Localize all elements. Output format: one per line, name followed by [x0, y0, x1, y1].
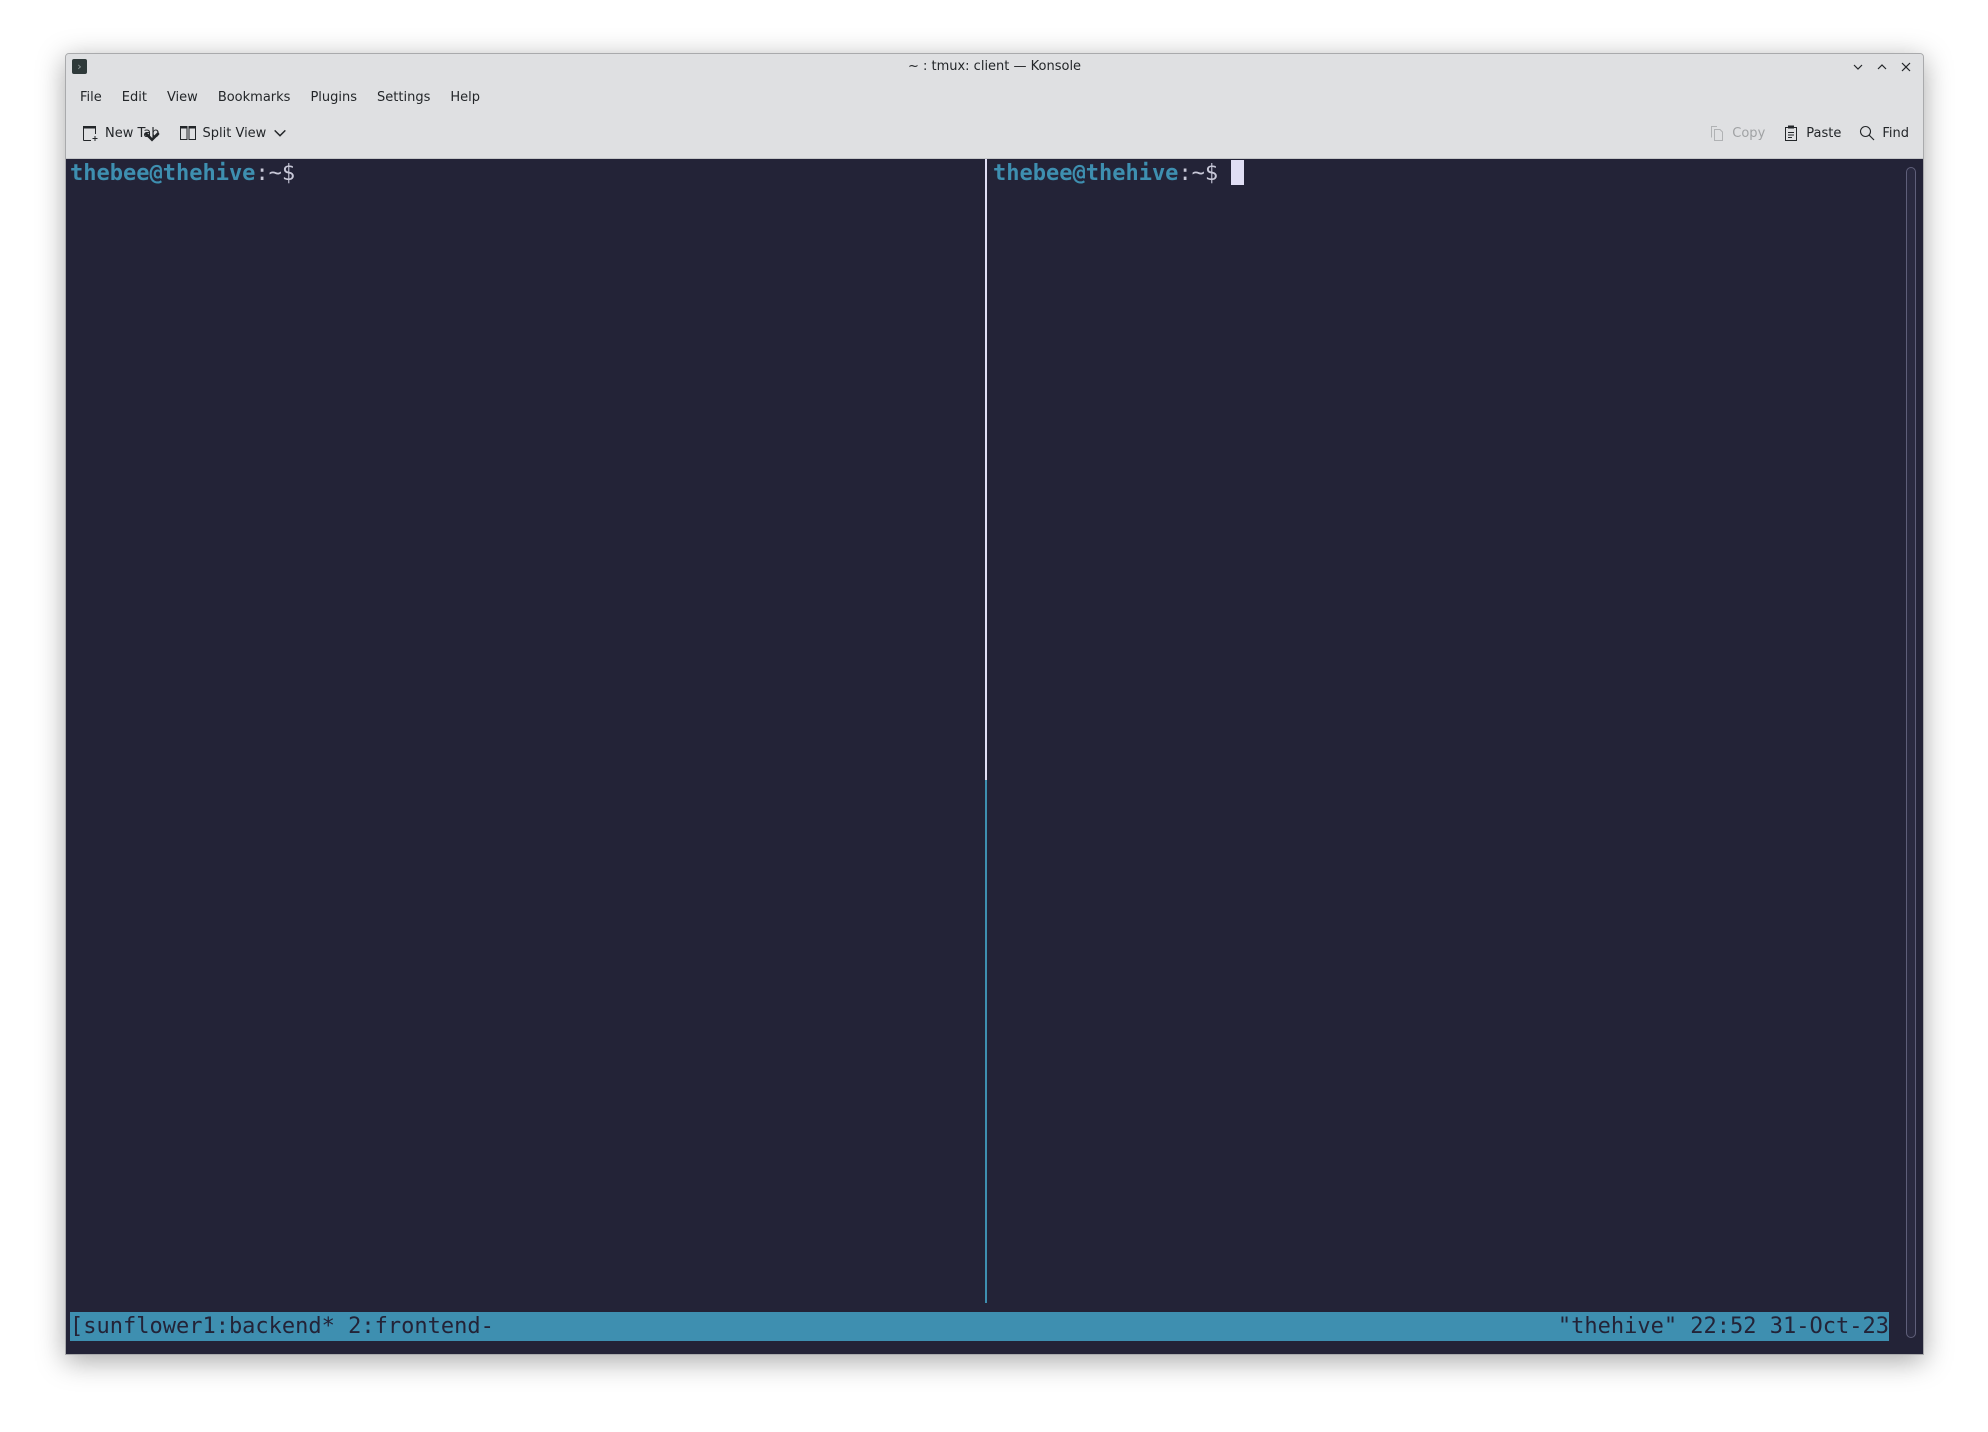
- terminal-scrollbar[interactable]: [1906, 167, 1916, 1338]
- find-label: Find: [1882, 125, 1909, 141]
- menu-view[interactable]: View: [157, 87, 208, 108]
- right-terminal-pane[interactable]: thebee@thehive:~$: [993, 159, 1893, 1308]
- new-tab-button[interactable]: New Tab: [76, 121, 166, 145]
- close-icon: [1901, 62, 1911, 72]
- paste-button[interactable]: Paste: [1777, 121, 1847, 145]
- text-cursor: [1231, 160, 1245, 185]
- pane-divider-upper[interactable]: [985, 159, 987, 780]
- tmux-status-bar: [sunflower1:backend* 2:frontend- "thehiv…: [70, 1312, 1889, 1341]
- copy-icon: [1711, 126, 1724, 141]
- split-view-label: Split View: [202, 125, 267, 141]
- toolbar: New Tab Split View Copy Paste Find: [66, 112, 1923, 154]
- split-view-icon: [179, 126, 196, 140]
- window-title: ~ : tmux: client — Konsole: [907, 59, 1082, 74]
- prompt-path: :~$: [1178, 161, 1219, 186]
- minimize-button[interactable]: [1849, 58, 1867, 76]
- new-tab-menu-caret-icon[interactable]: [143, 129, 160, 145]
- title-bar[interactable]: › ~ : tmux: client — Konsole: [66, 54, 1923, 82]
- prompt-path: :~$: [255, 161, 296, 186]
- menu-plugins[interactable]: Plugins: [300, 87, 367, 108]
- pane-divider-lower[interactable]: [985, 780, 987, 1303]
- menu-edit[interactable]: Edit: [112, 87, 157, 108]
- menu-bookmarks[interactable]: Bookmarks: [208, 87, 301, 108]
- menu-settings[interactable]: Settings: [367, 87, 440, 108]
- split-view-button[interactable]: Split View: [174, 121, 302, 145]
- terminal-area[interactable]: thebee@thehive:~$ thebee@thehive:~$ [sun…: [66, 158, 1923, 1354]
- paste-label: Paste: [1806, 125, 1842, 141]
- prompt-user-host: thebee@thehive: [993, 161, 1179, 186]
- chevron-down-icon[interactable]: [272, 125, 288, 141]
- tmux-window-list[interactable]: [sunflower1:backend* 2:frontend-: [70, 1312, 494, 1341]
- menu-bar: File Edit View Bookmarks Plugins Setting…: [66, 84, 1923, 110]
- chevron-down-icon: [1853, 64, 1863, 70]
- menu-help[interactable]: Help: [440, 87, 490, 108]
- copy-label: Copy: [1732, 125, 1766, 141]
- left-terminal-pane[interactable]: thebee@thehive:~$: [70, 159, 985, 1308]
- paste-icon: [1785, 125, 1798, 141]
- find-button[interactable]: Find: [1853, 121, 1915, 145]
- maximize-button[interactable]: [1873, 58, 1891, 76]
- menu-file[interactable]: File: [70, 87, 112, 108]
- shell-prompt: thebee@thehive:~$: [993, 159, 1893, 189]
- tmux-status-right: "thehive" 22:52 31-Oct-23: [1557, 1314, 1889, 1339]
- konsole-window: › ~ : tmux: client — Konsole File Edit V…: [65, 53, 1924, 1355]
- copy-button[interactable]: Copy: [1703, 121, 1771, 145]
- window-controls: [1849, 58, 1915, 76]
- chevron-up-icon: [1877, 64, 1887, 70]
- prompt-user-host: thebee@thehive: [70, 161, 256, 186]
- close-button[interactable]: [1897, 58, 1915, 76]
- shell-prompt: thebee@thehive:~$: [70, 159, 985, 189]
- search-icon: [1860, 125, 1875, 141]
- new-tab-icon: [83, 126, 98, 141]
